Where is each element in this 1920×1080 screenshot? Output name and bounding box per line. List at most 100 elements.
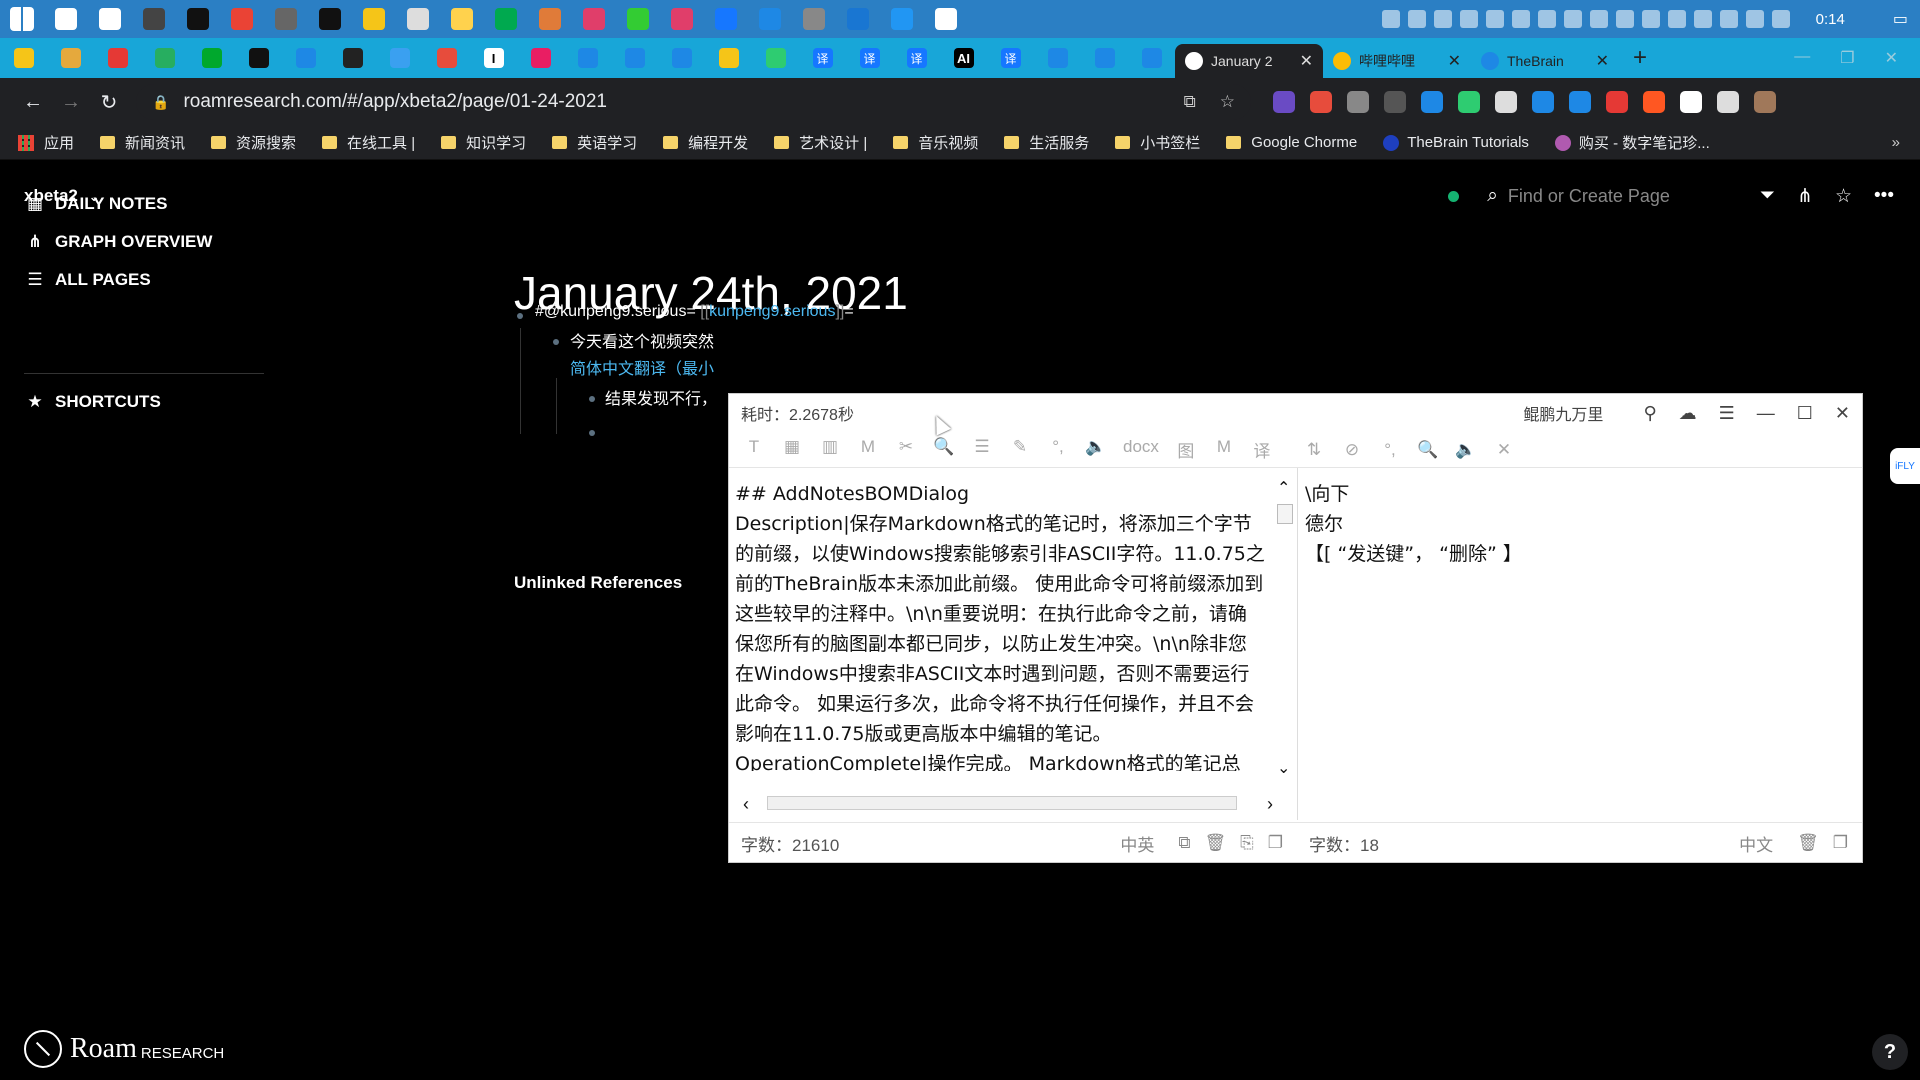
taskbar-app-icon[interactable] xyxy=(99,8,121,30)
extension-icon[interactable] xyxy=(1495,91,1517,113)
extension-icon[interactable] xyxy=(1532,91,1554,113)
block-bullet-empty[interactable] xyxy=(589,430,595,436)
taskbar-app-icon[interactable] xyxy=(187,8,209,30)
pin-icon[interactable]: ⚲ xyxy=(1643,403,1656,424)
scroll-up-icon[interactable]: ⌃ xyxy=(1277,478,1290,498)
pinned-tab[interactable]: 译 xyxy=(893,38,940,78)
graph-overview-icon[interactable]: ⋔ xyxy=(1797,185,1813,208)
shortcuts-header[interactable]: ★ SHORTCUTS xyxy=(25,392,160,412)
taskbar-app-icon[interactable] xyxy=(759,8,781,30)
output-language-toggle[interactable]: 中文 xyxy=(1739,831,1773,856)
toolbar-tool-icon[interactable]: M xyxy=(857,437,879,462)
bookmark-item[interactable]: 英语学习 xyxy=(552,132,637,153)
sidebar-item-all-pages[interactable]: ☰ ALL PAGES xyxy=(25,270,150,290)
pinned-tab[interactable] xyxy=(1081,38,1128,78)
block-bullet[interactable] xyxy=(553,339,559,345)
browser-tab[interactable]: January 2 ✕ xyxy=(1175,44,1323,78)
translation-output-area[interactable]: \向下 德尔 【[ “发送键”， “删除” 】 xyxy=(1305,479,1845,569)
taskbar-app-icon[interactable] xyxy=(627,8,649,30)
extension-icon[interactable] xyxy=(1347,91,1369,113)
toolbar-tool-icon[interactable]: 🔍 xyxy=(1417,440,1439,460)
close-icon[interactable]: ✕ xyxy=(1596,51,1609,71)
pinned-tab[interactable] xyxy=(611,38,658,78)
taskbar-app-icon[interactable] xyxy=(319,8,341,30)
search-icon[interactable]: ⌕ xyxy=(1487,185,1498,207)
source-horizontal-scrollbar[interactable]: ‹ › xyxy=(743,794,1273,814)
taskbar-app-icon[interactable] xyxy=(583,8,605,30)
toolbar-tool-icon[interactable]: 译 xyxy=(1251,437,1273,462)
tray-app-icon[interactable] xyxy=(1745,10,1764,28)
taskbar-app-icon[interactable] xyxy=(55,8,77,30)
extension-icon[interactable] xyxy=(1384,91,1406,113)
sidebar-item-graph-overview[interactable]: ⋔ GRAPH OVERVIEW xyxy=(25,232,213,252)
pinned-tab[interactable] xyxy=(329,38,376,78)
bookmark-item[interactable]: 资源搜索 xyxy=(211,132,296,153)
help-button[interactable]: ? xyxy=(1872,1034,1908,1070)
block-3[interactable]: 结果发现不行， xyxy=(605,385,717,409)
maximize-icon[interactable]: ☐ xyxy=(1797,403,1813,424)
trash-icon[interactable]: 🗑 xyxy=(1797,833,1819,853)
toolbar-tool-icon[interactable]: ▦ xyxy=(781,437,803,462)
taskbar-app-icon[interactable] xyxy=(539,8,561,30)
taskbar-app-icon[interactable] xyxy=(407,8,429,30)
toolbar-tool-icon[interactable]: ✎ xyxy=(1009,437,1031,462)
extension-icon[interactable] xyxy=(1421,91,1443,113)
browser-tab[interactable]: TheBrain ✕ xyxy=(1471,44,1619,78)
tray-app-icon[interactable] xyxy=(1615,10,1634,28)
toolbar-tool-icon[interactable]: 🔈 xyxy=(1455,440,1477,460)
pinned-tab[interactable] xyxy=(423,38,470,78)
bookmark-item[interactable]: 音乐视频 xyxy=(893,132,978,153)
paste-icon[interactable]: ⎘ xyxy=(1240,833,1254,853)
url-text[interactable]: roamresearch.com/#/app/xbeta2/page/01-24… xyxy=(183,91,607,113)
forward-arrow-icon[interactable]: → xyxy=(52,91,90,114)
maximize-icon[interactable]: ❐ xyxy=(1840,48,1854,68)
taskbar-app-icon[interactable] xyxy=(671,8,693,30)
pinned-tab[interactable]: 译 xyxy=(846,38,893,78)
tray-app-icon[interactable] xyxy=(1407,10,1426,28)
scroll-right-icon[interactable]: › xyxy=(1267,794,1273,815)
extension-icon[interactable] xyxy=(1754,91,1776,113)
taskbar-app-icon[interactable] xyxy=(935,8,957,30)
extension-icon[interactable] xyxy=(1310,91,1332,113)
pinned-tab[interactable] xyxy=(235,38,282,78)
bookmark-item[interactable]: 在线工具 | xyxy=(322,132,415,153)
scroll-thumb[interactable] xyxy=(767,796,1237,810)
reload-icon[interactable]: ↻ xyxy=(90,90,128,115)
source-text-area[interactable]: ## AddNotesBOMDialog Description|保存Markdo… xyxy=(735,479,1265,771)
browser-tab[interactable]: 哔哩哔哩 ✕ xyxy=(1323,44,1471,78)
unlinked-references-header[interactable]: Unlinked References xyxy=(514,573,682,593)
close-icon[interactable]: ✕ xyxy=(1448,51,1461,71)
taskbar-app-icon[interactable] xyxy=(143,8,165,30)
trash-icon[interactable]: 🗑 xyxy=(1205,833,1227,853)
toolbar-tool-icon[interactable]: ✕ xyxy=(1493,440,1515,460)
pinned-tab[interactable]: I xyxy=(470,38,517,78)
taskbar-app-icon[interactable] xyxy=(275,8,297,30)
minimize-icon[interactable]: — xyxy=(1757,403,1775,424)
extension-icon[interactable] xyxy=(1717,91,1739,113)
pinned-tab[interactable]: 译 xyxy=(987,38,1034,78)
pinned-tab[interactable] xyxy=(94,38,141,78)
bookmark-star-icon[interactable]: ☆ xyxy=(1220,92,1235,112)
minimize-icon[interactable]: — xyxy=(1794,48,1810,68)
pinned-tab[interactable] xyxy=(141,38,188,78)
extension-icon[interactable] xyxy=(1569,91,1591,113)
taskbar-app-icon[interactable] xyxy=(363,8,385,30)
scroll-left-icon[interactable]: ‹ xyxy=(743,794,749,815)
bookmark-item[interactable]: 艺术设计 | xyxy=(774,132,867,153)
block-bullet[interactable] xyxy=(589,396,595,402)
bookmark-item[interactable]: 购买 - 数字笔记珍... xyxy=(1554,132,1710,153)
toolbar-tool-icon[interactable]: ▥ xyxy=(819,437,841,462)
window-icon[interactable]: ❐ xyxy=(1268,833,1283,853)
block-bullet[interactable] xyxy=(517,313,523,319)
taskbar-clock[interactable]: 0:14 xyxy=(1816,11,1845,28)
tray-app-icon[interactable] xyxy=(1381,10,1400,28)
extension-icon[interactable] xyxy=(1643,91,1665,113)
open-in-app-icon[interactable]: ⧉ xyxy=(1184,92,1196,112)
bookmark-item[interactable]: Google Chorme xyxy=(1226,134,1357,151)
window-icon[interactable]: ❐ xyxy=(1833,833,1848,853)
cloud-icon[interactable]: ☁ xyxy=(1679,403,1697,424)
pinned-tab[interactable] xyxy=(705,38,752,78)
bookmark-item[interactable]: 知识学习 xyxy=(441,132,526,153)
menu-icon[interactable]: ☰ xyxy=(1719,403,1735,424)
pinned-tab[interactable] xyxy=(1128,38,1175,78)
